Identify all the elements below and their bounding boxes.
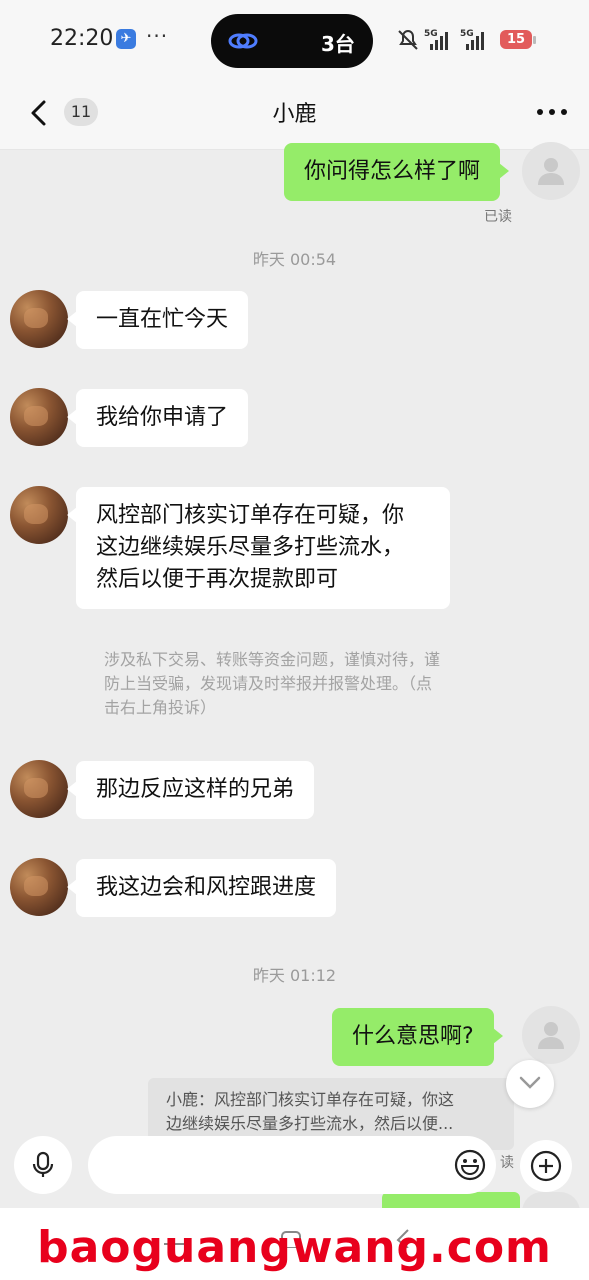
- chevron-down-icon: [519, 1076, 541, 1089]
- contact-avatar[interactable]: [10, 290, 68, 348]
- timestamp: 昨天 00:54: [252, 250, 337, 269]
- message-text: 什么意思啊?: [352, 1024, 474, 1049]
- system-icons: 5G 5G 15: [396, 26, 546, 54]
- message-line: 风控部门核实订单存在可疑，你: [96, 503, 405, 528]
- message-bubble-contact[interactable]: 那边反应这样的兄弟: [66, 761, 315, 819]
- battery-icon: 15: [500, 30, 532, 49]
- contact-avatar[interactable]: [10, 760, 68, 818]
- svg-text:5G: 5G: [460, 29, 474, 39]
- island-label: 3台: [321, 32, 355, 56]
- message-bubble-mine[interactable]: 什么意思啊?: [332, 1008, 503, 1066]
- svg-text:5G: 5G: [424, 29, 438, 39]
- message-input[interactable]: [88, 1136, 496, 1194]
- contact-avatar[interactable]: [10, 388, 68, 446]
- app-shield-icon: ✈: [116, 29, 136, 49]
- dynamic-island[interactable]: 3台: [211, 14, 373, 68]
- warning-line: 防上当受骗，发现请及时举报并报警处理。（点: [104, 674, 433, 693]
- timestamp: 昨天 01:12: [252, 966, 337, 985]
- message-bubble-contact[interactable]: 一直在忙今天: [66, 291, 249, 349]
- read-status-partial: 读: [500, 1155, 514, 1171]
- signal-icon: 5G 5G: [424, 29, 484, 50]
- my-avatar[interactable]: [522, 142, 580, 200]
- input-bar: 读: [0, 1136, 589, 1208]
- link-icon: [228, 33, 258, 49]
- watermark-text: baoguangwang.com: [37, 1222, 552, 1273]
- safety-warning[interactable]: 涉及私下交易、转账等资金问题，谨慎对待，谨 防上当受骗，发现请及时举报并报警处理…: [104, 648, 494, 720]
- status-time: 22:20: [50, 26, 114, 51]
- message-bubble-contact[interactable]: 我给你申请了: [66, 389, 249, 447]
- status-overflow: ···: [146, 24, 169, 48]
- message-line: 这边继续娱乐尽量多打些流水，: [96, 535, 405, 560]
- status-bar: 22:20 ✈ ··· 3台 5G 5G 15: [0, 0, 589, 78]
- message-line: 然后以便于再次提款即可: [96, 567, 339, 592]
- battery-tip: [533, 36, 536, 44]
- more-icon[interactable]: [534, 102, 570, 122]
- message-bubble-contact[interactable]: 我这边会和风控跟进度: [66, 859, 337, 917]
- scroll-to-bottom-button[interactable]: [506, 1060, 554, 1108]
- chat-title: 小鹿: [272, 102, 317, 127]
- warning-line: 涉及私下交易、转账等资金问题，谨慎对待，谨: [104, 650, 441, 669]
- message-text: 那边反应这样的兄弟: [96, 777, 295, 802]
- message-text: 我给你申请了: [96, 405, 229, 430]
- voice-button[interactable]: [14, 1136, 72, 1194]
- quote-line: 小鹿：风控部门核实订单存在可疑，你这: [166, 1090, 455, 1109]
- mute-icon: [398, 29, 418, 50]
- contact-avatar[interactable]: [10, 858, 68, 916]
- chat-header: 11 小鹿: [0, 78, 589, 150]
- message-bubble-mine[interactable]: 你问得怎么样了啊: [284, 143, 510, 201]
- warning-line: 击右上角投诉）: [104, 698, 217, 717]
- message-text: 你问得怎么样了啊: [304, 159, 481, 184]
- add-attachment-button[interactable]: [520, 1140, 572, 1192]
- contact-avatar[interactable]: [10, 486, 68, 544]
- message-text: 我这边会和风控跟进度: [96, 875, 317, 900]
- quote-line: 边继续娱乐尽量多打些流水，然后以便...: [166, 1114, 454, 1133]
- my-avatar[interactable]: [522, 1006, 580, 1064]
- plus-icon: [530, 1150, 562, 1182]
- message-bubble-contact[interactable]: 风控部门核实订单存在可疑，你 这边继续娱乐尽量多打些流水， 然后以便于再次提款即…: [67, 487, 450, 609]
- read-status: 已读: [484, 209, 512, 225]
- message-text: 一直在忙今天: [96, 307, 229, 332]
- voice-icon: [32, 1151, 54, 1177]
- emoji-icon[interactable]: [453, 1148, 487, 1182]
